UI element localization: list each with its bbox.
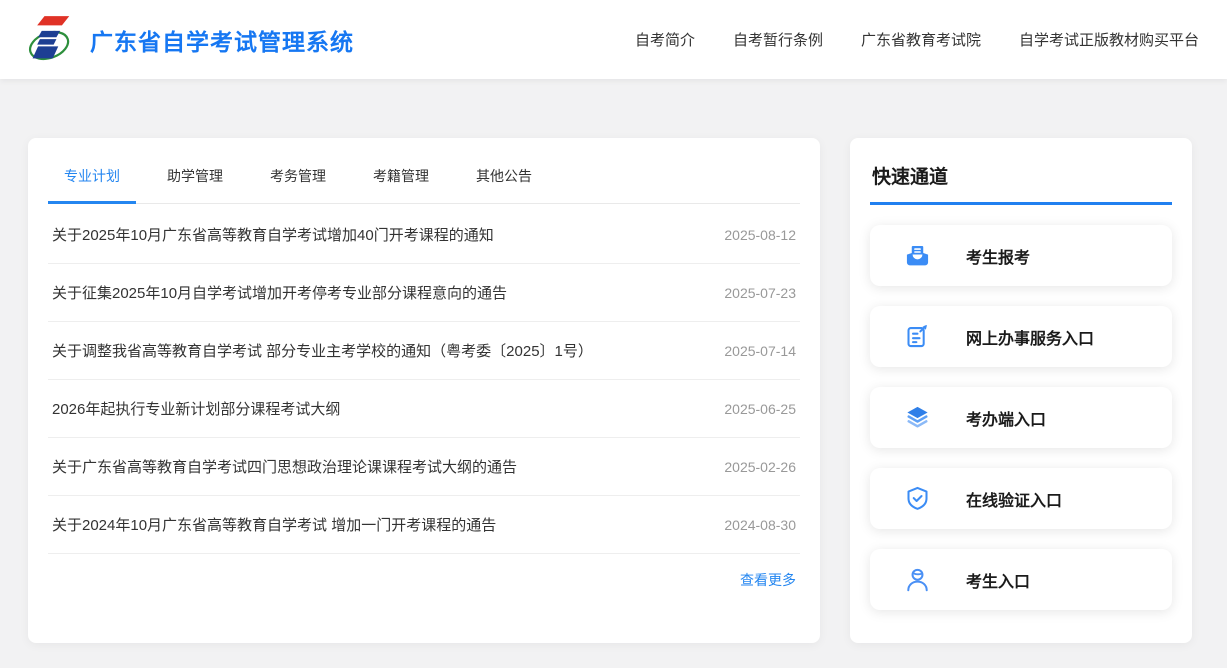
announcements-card: 专业计划 助学管理 考务管理 考籍管理 其他公告 关于2025年10月广东省高等…: [28, 138, 820, 643]
tab-major-plan[interactable]: 专业计划: [48, 152, 136, 204]
quick-channel-title: 快速通道: [870, 158, 1172, 205]
category-tabs: 专业计划 助学管理 考务管理 考籍管理 其他公告: [48, 138, 800, 204]
nav-link-bookstore[interactable]: 自学考试正版教材购买平台: [1019, 29, 1199, 50]
view-more-link[interactable]: 查看更多: [740, 572, 796, 588]
tab-exam-affairs[interactable]: 考务管理: [254, 152, 342, 204]
quick-link-label: 考办端入口: [966, 406, 1046, 430]
shield-check-icon: [904, 485, 931, 512]
announcement-row[interactable]: 关于调整我省高等教育自学考试 部分专业主考学校的通知（粤考委〔2025〕1号） …: [48, 322, 800, 380]
announcement-date: 2025-08-12: [724, 227, 796, 243]
quick-link-label: 考生入口: [966, 568, 1030, 592]
layers-icon: [904, 404, 931, 431]
nav-link-institute[interactable]: 广东省教育考试院: [861, 29, 981, 50]
site-header: 广东省自学考试管理系统 自考简介 自考暂行条例 广东省教育考试院 自学考试正版教…: [0, 0, 1227, 79]
nav-link-intro[interactable]: 自考简介: [635, 29, 695, 50]
announcement-title[interactable]: 关于广东省高等教育自学考试四门思想政治理论课课程考试大纲的通告: [52, 456, 517, 477]
announcement-date: 2025-06-25: [724, 401, 796, 417]
quick-link-online-services[interactable]: 网上办事服务入口: [870, 306, 1172, 367]
edit-document-icon: [904, 323, 931, 350]
quick-link-online-verify[interactable]: 在线验证入口: [870, 468, 1172, 529]
quick-link-candidate-apply[interactable]: 考生报考: [870, 225, 1172, 286]
announcement-date: 2025-02-26: [724, 459, 796, 475]
site-logo-icon: [28, 15, 72, 65]
announcement-list: 关于2025年10月广东省高等教育自学考试增加40门开考课程的通知 2025-0…: [48, 204, 800, 554]
announcement-row[interactable]: 关于2025年10月广东省高等教育自学考试增加40门开考课程的通知 2025-0…: [48, 206, 800, 264]
site-title: 广东省自学考试管理系统: [90, 23, 354, 57]
more-row: 查看更多: [48, 554, 800, 594]
announcement-row[interactable]: 关于征集2025年10月自学考试增加开考停考专业部分课程意向的通告 2025-0…: [48, 264, 800, 322]
tab-exam-records[interactable]: 考籍管理: [357, 152, 445, 204]
top-nav: 自考简介 自考暂行条例 广东省教育考试院 自学考试正版教材购买平台: [635, 29, 1199, 50]
announcement-title[interactable]: 2026年起执行专业新计划部分课程考试大纲: [52, 398, 340, 419]
announcement-title[interactable]: 关于征集2025年10月自学考试增加开考停考专业部分课程意向的通告: [52, 282, 507, 303]
quick-link-exam-office[interactable]: 考办端入口: [870, 387, 1172, 448]
quick-link-label: 考生报考: [966, 244, 1030, 268]
user-icon: [904, 566, 931, 593]
main-content: 专业计划 助学管理 考务管理 考籍管理 其他公告 关于2025年10月广东省高等…: [0, 79, 1227, 668]
announcement-date: 2025-07-14: [724, 343, 796, 359]
announcement-date: 2024-08-30: [724, 517, 796, 533]
quick-channel-card: 快速通道 考生报考 网上办事服务入口: [850, 138, 1192, 643]
inbox-icon: [904, 242, 931, 269]
announcement-title[interactable]: 关于2024年10月广东省高等教育自学考试 增加一门开考课程的通告: [52, 514, 496, 535]
nav-link-regulations[interactable]: 自考暂行条例: [733, 29, 823, 50]
announcement-date: 2025-07-23: [724, 285, 796, 301]
announcement-row[interactable]: 关于2024年10月广东省高等教育自学考试 增加一门开考课程的通告 2024-0…: [48, 496, 800, 554]
tab-study-support[interactable]: 助学管理: [151, 152, 239, 204]
announcement-row[interactable]: 关于广东省高等教育自学考试四门思想政治理论课课程考试大纲的通告 2025-02-…: [48, 438, 800, 496]
announcement-row[interactable]: 2026年起执行专业新计划部分课程考试大纲 2025-06-25: [48, 380, 800, 438]
quick-link-label: 在线验证入口: [966, 487, 1062, 511]
announcement-title[interactable]: 关于2025年10月广东省高等教育自学考试增加40门开考课程的通知: [52, 224, 494, 245]
tab-other-notices[interactable]: 其他公告: [460, 152, 548, 204]
brand: 广东省自学考试管理系统: [28, 15, 354, 65]
quick-link-candidate-portal[interactable]: 考生入口: [870, 549, 1172, 610]
quick-link-label: 网上办事服务入口: [966, 325, 1094, 349]
announcement-title[interactable]: 关于调整我省高等教育自学考试 部分专业主考学校的通知（粤考委〔2025〕1号）: [52, 340, 593, 361]
